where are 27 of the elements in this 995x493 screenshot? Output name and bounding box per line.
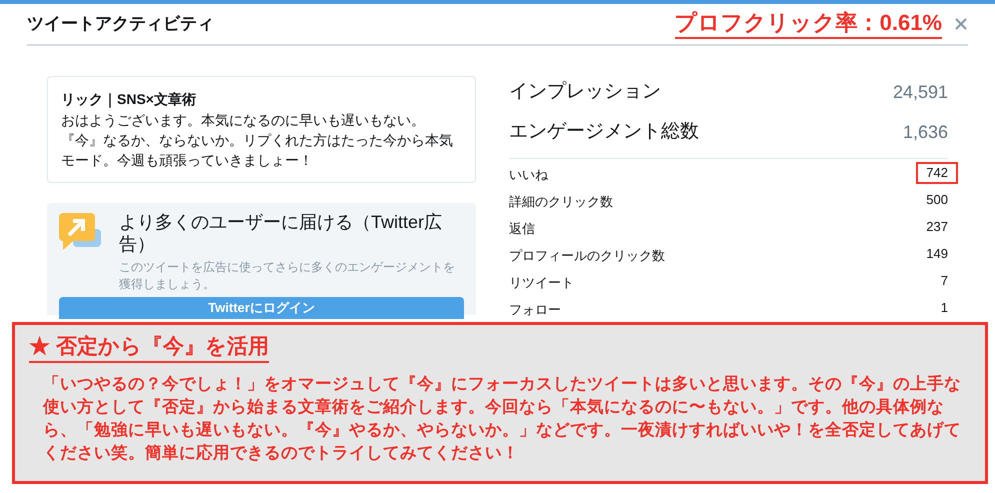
- metric-value: 742: [916, 162, 958, 184]
- note-title: ★ 否定から『今』を活用: [29, 333, 269, 363]
- promote-arrow-icon: [59, 213, 103, 253]
- metric-value: 237: [926, 218, 948, 236]
- tweet-author: リック｜SNS×文章術: [61, 90, 197, 110]
- metric-value: 1: [940, 298, 948, 317]
- promo-description: このツイートを広告に使ってさらに多くのエンゲージメントを獲得しましょう。: [119, 259, 456, 293]
- metric-label: プロフィールのクリック数: [509, 246, 665, 265]
- metric-label: フォロー: [509, 300, 561, 319]
- summary-value: 24,591: [892, 80, 948, 104]
- summary-value: 1,636: [902, 120, 948, 144]
- note-text: 「いつやるの？今でしょ！」をオマージュして『今』にフォーカスしたツイートは多いと思います。その『今』の上手な使い方として『否定』から始まる文章術をご紹介します。今回なら「本気になるのに〜もない。」です。他の具体例なら、「勉強に早いも遅いもない。『今』やるか、やらないか。」などです。一夜漬けすればいいや！を全否定してあげてください笑。簡単に応用できるのでトライしてみてください！: [42, 374, 962, 464]
- metric-label: 詳細のクリック数: [509, 192, 613, 211]
- dialog-title: ツイートアクティビティ: [27, 13, 214, 36]
- metric-value: 7: [940, 272, 948, 290]
- promo-title: より多くのユーザーに届ける（Twitter広告）: [119, 211, 444, 255]
- close-icon[interactable]: [954, 17, 968, 31]
- metric-label: いいね: [509, 166, 548, 184]
- summary-label: インプレッション: [509, 80, 661, 104]
- metric-label: リツイート: [509, 274, 574, 292]
- metric-value: 149: [926, 244, 948, 263]
- metric-value: 500: [926, 190, 948, 209]
- summary-label: エンゲージメント総数: [509, 120, 699, 144]
- annotation-headline: プロフクリック率：0.61%: [674, 9, 942, 39]
- tweet-text: おはようございます。本気になるのに早いも遅いもない。『今』なるか、ならないか。リプくれた方はたった今から本気モード。今週も頑張っていきましょー！: [61, 111, 454, 170]
- login-button[interactable]: Twitterにログイン: [59, 297, 464, 319]
- metric-label: 返信: [509, 220, 535, 238]
